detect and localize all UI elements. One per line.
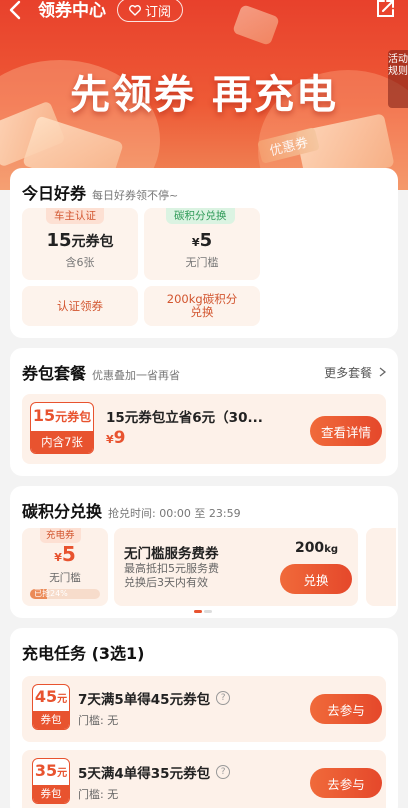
coupon-tag: 车主认证 [46,208,104,224]
claim-coupon-button[interactable]: 认证领券 [22,286,138,326]
coupon-desc: 无门槛 [185,256,219,269]
coupon-desc: 无门槛 [49,572,81,584]
subscribe-label: 订阅 [144,4,171,20]
exchange-coupon-button[interactable]: 200kg碳积分兑换 [144,286,260,326]
section-subtitle: 每日好券领不停~ [92,189,179,202]
coupon-amount: ¥5 [191,230,213,251]
coupon-tag: 充电券 [40,528,81,543]
activity-rules-button[interactable]: 活动规则 [388,50,408,108]
section-subtitle: 优惠叠加一省再省 [92,369,181,382]
package-name: 15元券包立省6元（30... [106,410,263,426]
task-name: 7天满5单得45元券包 ? [78,688,231,708]
package-price: ¥9 [106,428,126,448]
package-card: 券包套餐 优惠叠加一省再省 更多套餐 15元券包 内含7张 15元券包立省6元（… [10,348,398,476]
progress-bar: 已抢24% [30,589,100,599]
coupon-item: 车主认证 15元券包 含6张 认证领券 [22,208,138,326]
heart-icon [129,4,141,16]
coupon-amount: ¥5 [54,542,76,566]
task-threshold: 门槛: 无 [78,714,119,727]
task-badge: 35元 券包 [32,758,70,804]
chevron-right-icon [379,367,387,377]
coupon-item: 碳积分兑换 ¥5 无门槛 200kg碳积分兑换 [144,208,260,326]
carbon-coupon-info: 无门槛服务费券 最高抵扣5元服务费 兑换后3天内有效 200kg 兑换 [114,528,358,606]
carousel-dot [204,610,212,613]
carbon-coupon-slot[interactable]: 充电券 ¥5 无门槛 已抢24% [22,528,108,606]
join-task-button[interactable]: 去参与 [310,768,382,798]
exchange-button[interactable]: 兑换 [280,564,352,594]
carbon-exchange-card: 碳积分兑换 抢兑时间: 00:00 至 23:59 充电券 ¥5 无门槛 已抢2… [10,486,398,618]
progress-label: 已抢24% [34,589,68,598]
question-icon[interactable]: ? [216,691,231,705]
task-name: 5天满4单得35元券包 ? [78,762,231,782]
section-title: 券包套餐 [22,364,87,383]
coupon-title: 无门槛服务费券 [124,546,219,562]
section-title: 充电任务 (3选1) [22,644,145,663]
top-bar: 领券中心 订阅 [0,0,408,30]
page-title: 领券中心 [38,1,106,21]
view-details-button[interactable]: 查看详情 [310,416,382,446]
section-title: 今日好券 [22,184,87,203]
coupon-box[interactable]: 车主认证 15元券包 含6张 [22,208,138,280]
points-cost: 200kg [294,540,338,556]
banner-headline: 先领券 再充电 [70,72,338,118]
exchange-time: 抢兑时间: 00:00 至 23:59 [108,507,241,520]
question-icon[interactable]: ? [216,765,231,779]
charging-tasks-card: 充电任务 (3选1) 45元 券包 7天满5单得45元券包 ? 门槛: 无 去参… [10,628,398,808]
coupon-desc: 含6张 [65,256,95,269]
coupon-box[interactable]: 碳积分兑换 ¥5 无门槛 [144,208,260,280]
task-badge: 45元 券包 [32,684,70,730]
more-packages-link[interactable]: 更多套餐 [324,364,387,381]
package-badge: 15元券包 内含7张 [30,402,94,454]
carousel-dot-active [194,610,202,613]
carousel-dots [194,610,212,613]
coupon-tag: 碳积分兑换 [166,208,235,224]
task-item[interactable]: 45元 券包 7天满5单得45元券包 ? 门槛: 无 去参与 [22,676,386,742]
section-title: 碳积分兑换 [22,502,103,521]
task-item[interactable]: 35元 券包 5天满4单得35元券包 ? 门槛: 无 去参与 [22,750,386,808]
back-arrow-icon[interactable] [8,0,26,24]
subscribe-button[interactable]: 订阅 [117,0,183,22]
task-threshold: 门槛: 无 [78,788,119,801]
today-coupons-card: 今日好券 每日好券领不停~ 车主认证 15元券包 含6张 认证领券 碳积分兑换 … [10,168,398,338]
coupon-details: 最高抵扣5元服务费 兑换后3天内有效 [124,562,219,589]
coupon-amount: 15元券包 [46,230,114,251]
join-task-button[interactable]: 去参与 [310,694,382,724]
package-row[interactable]: 15元券包 内含7张 15元券包立省6元（30... ¥9 查看详情 [22,394,386,464]
next-coupon-peek[interactable] [366,528,396,606]
share-icon[interactable] [374,0,396,20]
